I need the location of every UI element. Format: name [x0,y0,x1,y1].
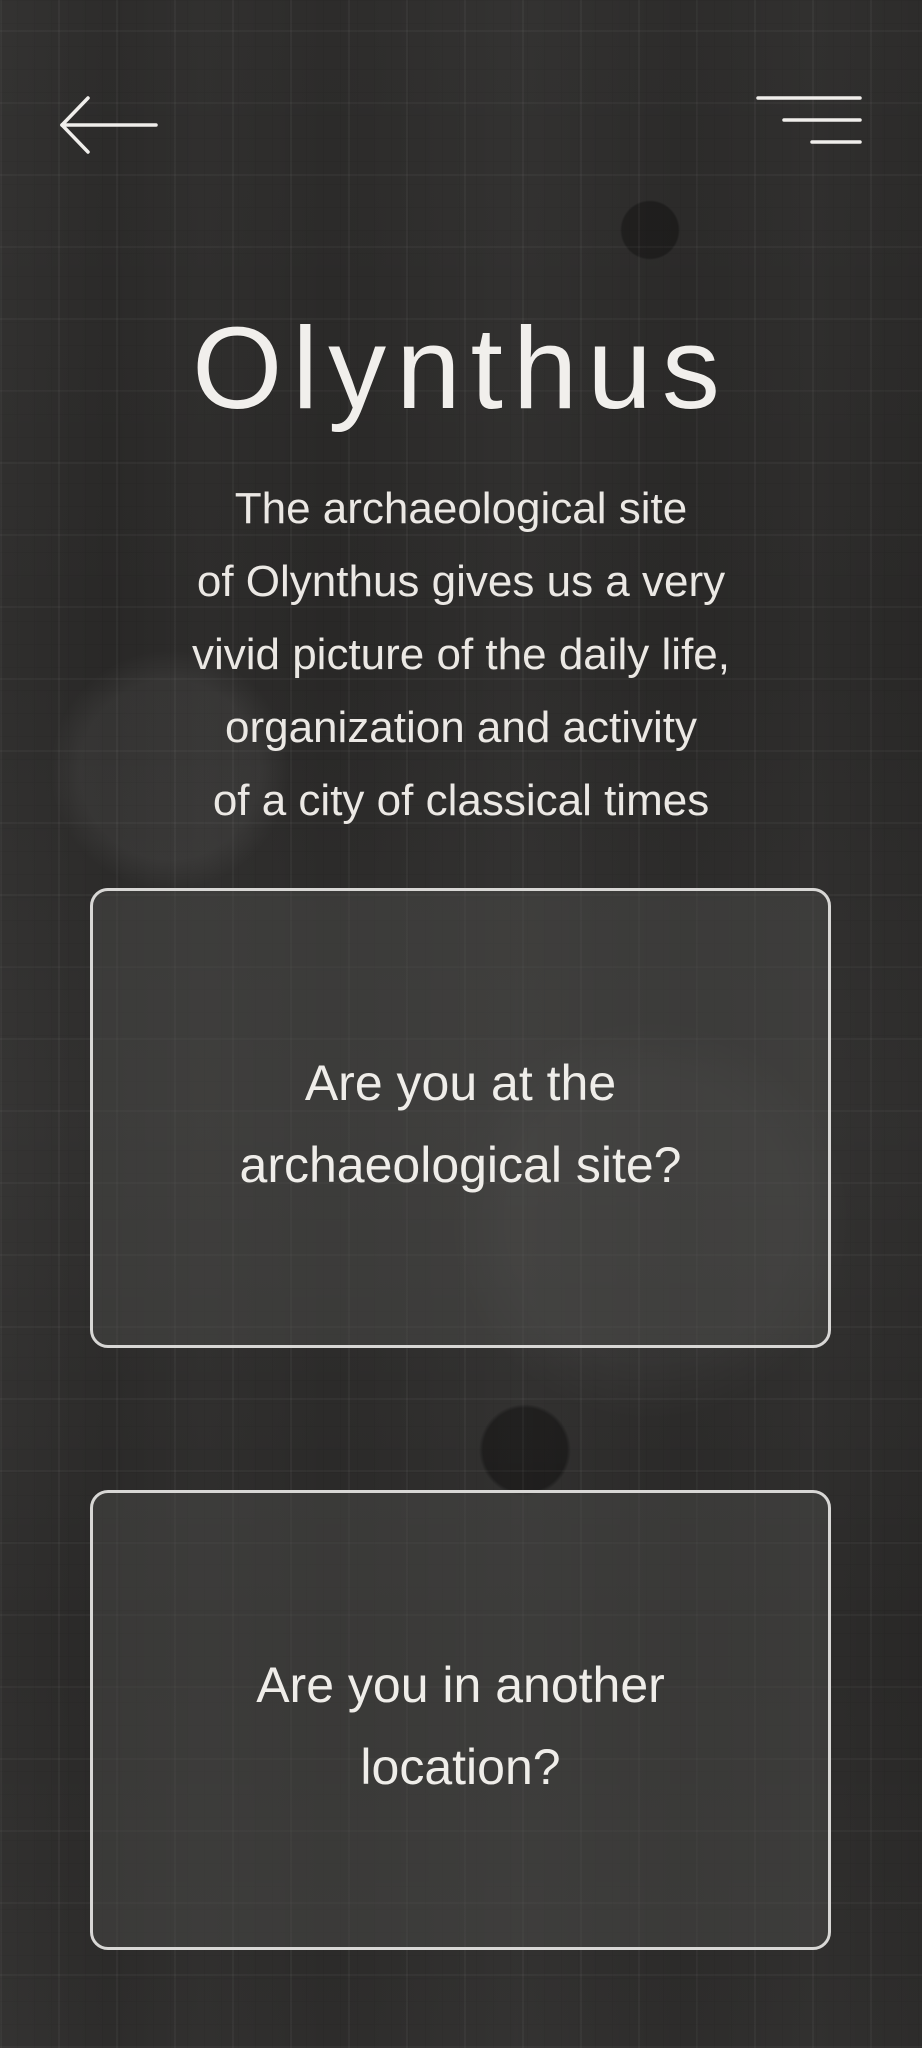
other-location-option-label: Are you in another location? [256,1657,665,1795]
mobile-screen: Olynthus The archaeological site of Olyn… [0,0,922,2048]
menu-button[interactable] [754,92,866,150]
arrow-left-icon [60,96,158,154]
other-location-option-card[interactable]: Are you in another location? [90,1490,831,1950]
site-description: The archaeological site of Olynthus give… [191,484,731,825]
on-site-option-card[interactable]: Are you at the archaeological site? [90,888,831,1348]
menu-lines-icon [756,96,862,144]
back-button[interactable] [54,90,164,160]
page-title: Olynthus [192,302,730,433]
on-site-option-label: Are you at the archaeological site? [239,1055,682,1193]
